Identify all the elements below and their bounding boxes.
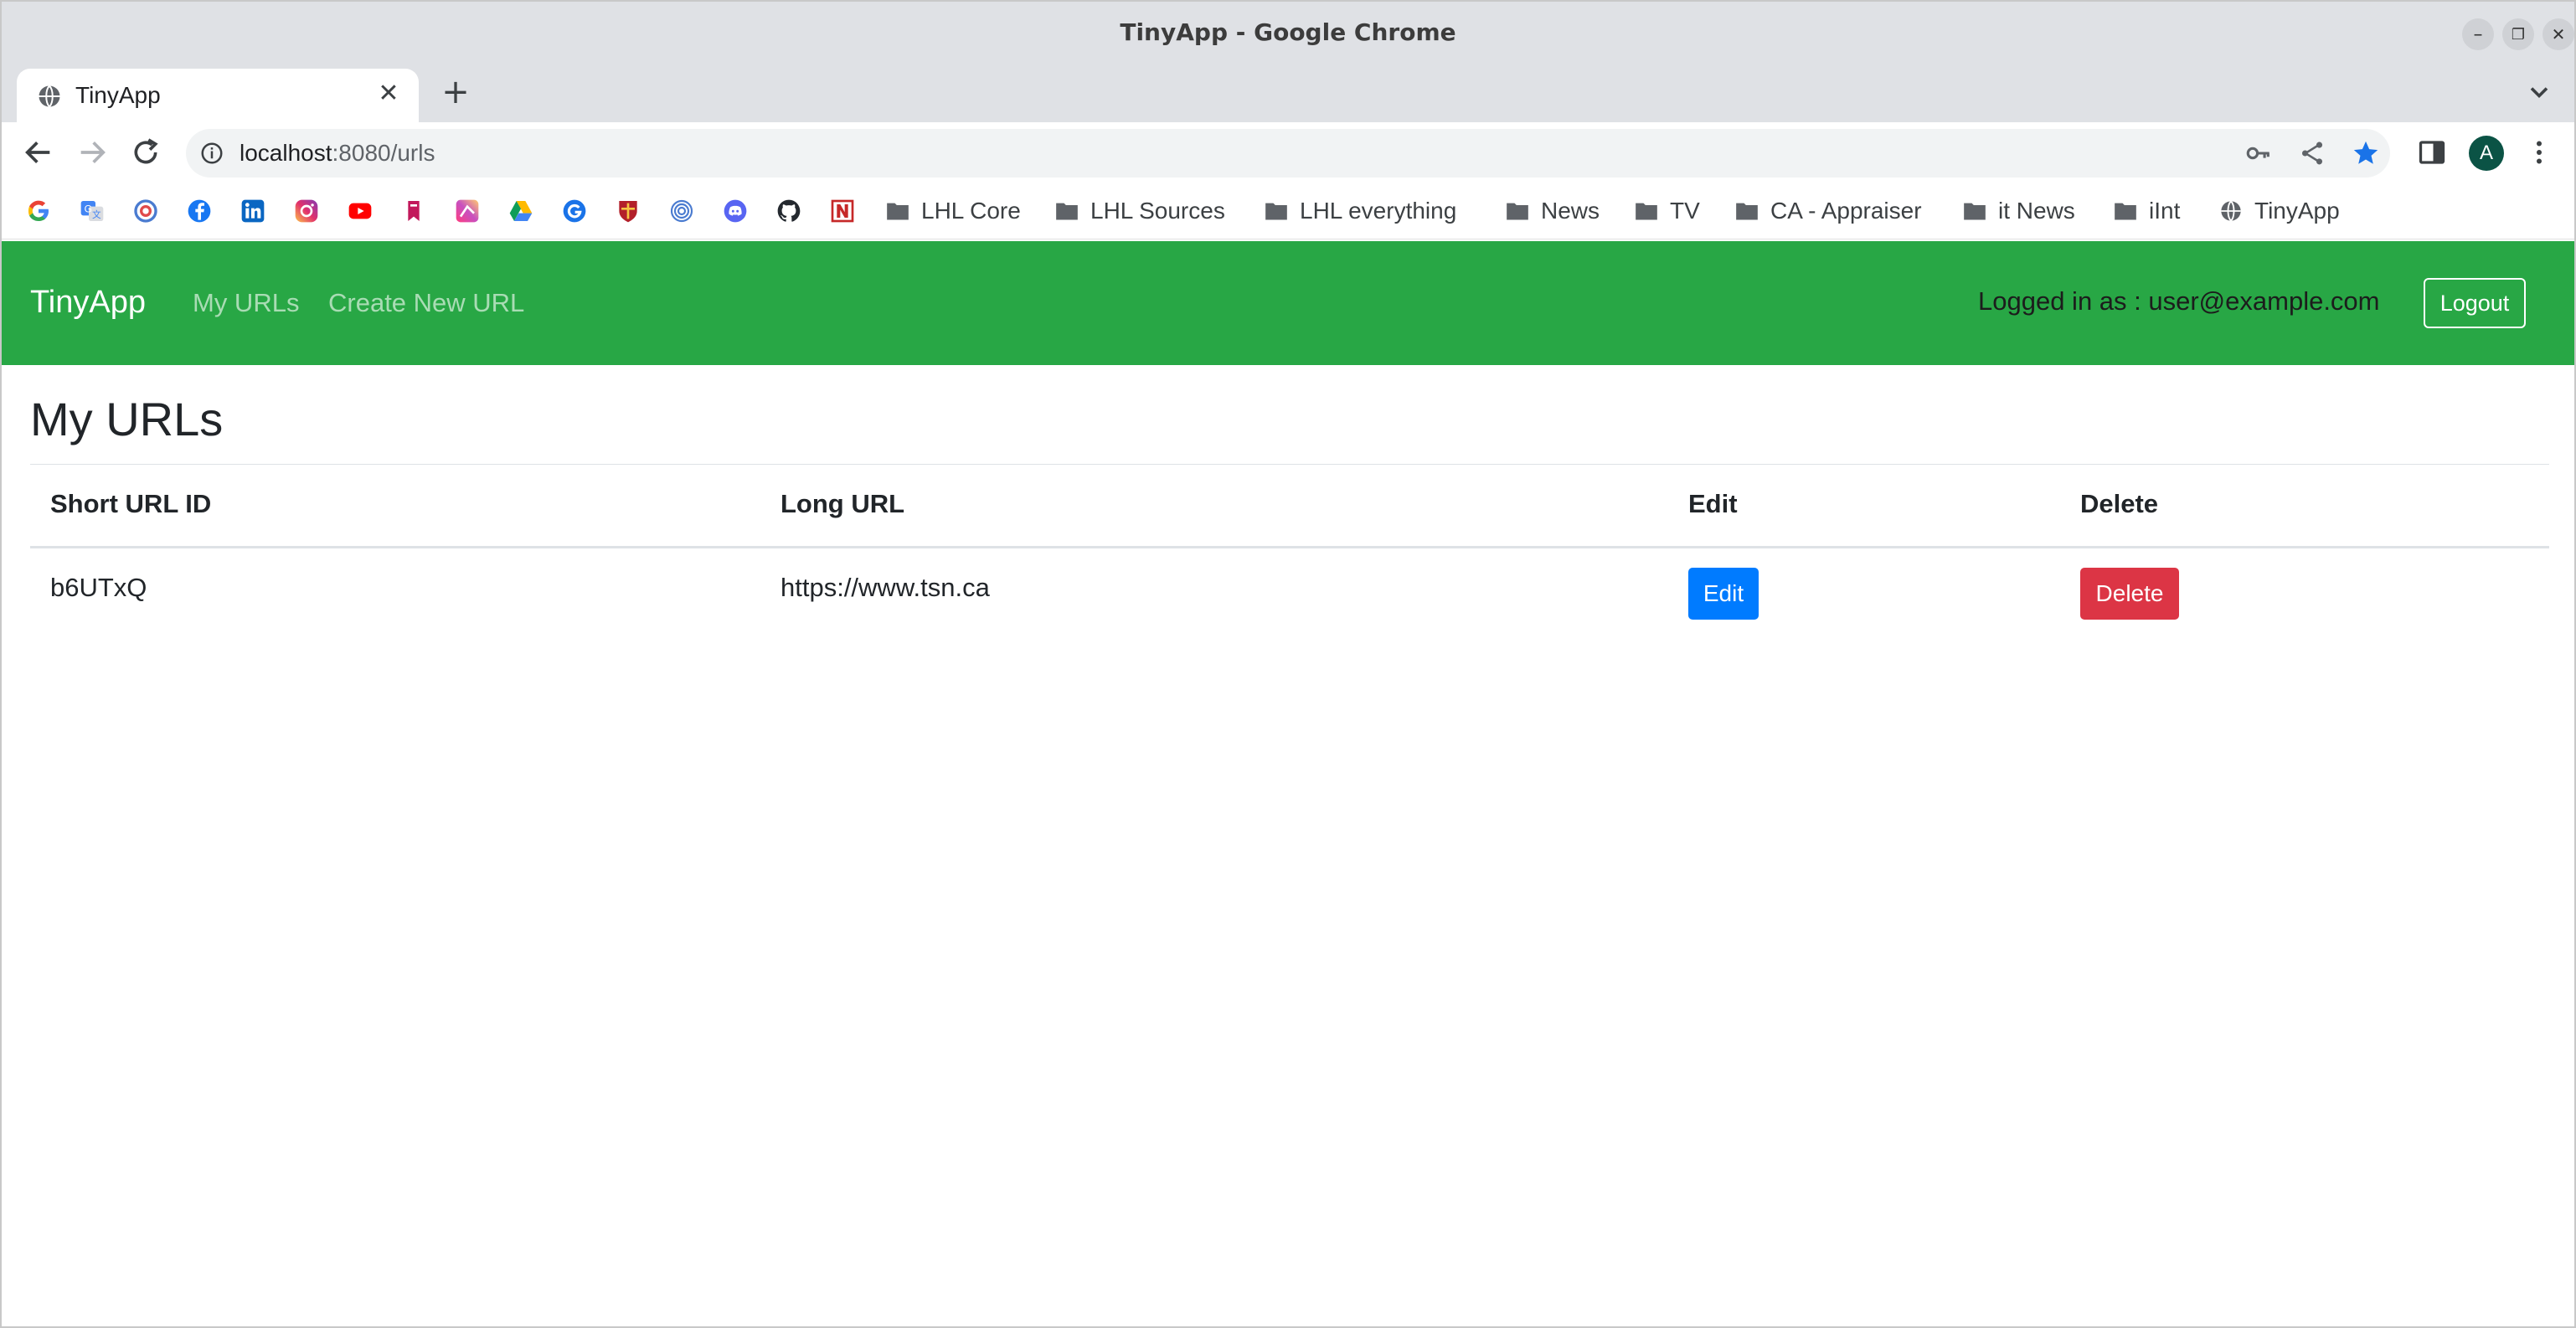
folder-icon — [1056, 203, 1078, 220]
new-tab-button[interactable]: + — [437, 74, 474, 111]
browser-toolbar: localhost:8080/urls A — [2, 122, 2574, 183]
bookmark-folder-label: LHL everything — [1300, 198, 1457, 224]
bookmark-folder-label: it News — [1998, 198, 2075, 224]
bookmark-folder-iint[interactable]: iInt — [2114, 194, 2180, 228]
side-panel-icon[interactable] — [2417, 137, 2447, 167]
globe-icon — [39, 85, 60, 108]
netflix-n-icon[interactable] — [829, 198, 856, 224]
folder-icon — [1736, 203, 1758, 220]
grammarly-icon[interactable] — [561, 198, 588, 224]
minimize-icon: – — [2473, 23, 2483, 45]
app-brand[interactable]: TinyApp — [30, 285, 146, 321]
back-arrow-icon[interactable] — [22, 136, 55, 169]
column-header-edit: Edit — [1688, 489, 1738, 518]
column-header-delete: Delete — [2080, 489, 2159, 518]
close-icon: ✕ — [2551, 24, 2566, 44]
tab-search-chevron-icon[interactable] — [2524, 77, 2554, 107]
column-header-long-url: Long URL — [781, 489, 905, 518]
tab-close-button[interactable]: ✕ — [374, 79, 404, 109]
edit-button[interactable]: Edit — [1688, 568, 1759, 620]
site-info-icon[interactable] — [199, 141, 224, 166]
close-window-button[interactable]: ✕ — [2543, 18, 2574, 50]
bookmark-folder-label: LHL Core — [921, 198, 1021, 224]
minimize-button[interactable]: – — [2462, 18, 2494, 50]
tab-title: TinyApp — [75, 82, 161, 108]
discord-icon[interactable] — [722, 198, 749, 224]
column-header-short-url-id: Short URL ID — [50, 489, 212, 518]
address-bar[interactable]: localhost:8080/urls — [186, 129, 2390, 178]
bookmark-folder-lhl-core[interactable]: LHL Core — [886, 194, 1021, 228]
github-icon[interactable] — [775, 198, 802, 224]
url-path: :8080/urls — [332, 140, 435, 166]
google-translate-icon[interactable]: G 文 — [79, 198, 106, 224]
window-title: TinyApp - Google Chrome — [1120, 18, 1456, 46]
bookmark-folder-ca-appraiser[interactable]: CA - Appraiser — [1735, 194, 1922, 228]
folder-icon — [1964, 203, 1986, 220]
bookmark-folder-label: iInt — [2149, 198, 2181, 224]
youtube-icon[interactable] — [347, 198, 374, 224]
facebook-icon[interactable] — [186, 198, 213, 224]
google-drive-icon[interactable] — [507, 198, 534, 224]
profile-avatar[interactable]: A — [2469, 136, 2504, 171]
bookmarks-bar: G 文 LHL Core LHL Sources LHL everything … — [2, 183, 2574, 239]
browser-window: TinyApp - Google Chrome – ❐ ✕ TinyApp ✕ … — [0, 0, 2576, 1328]
folder-icon — [1507, 203, 1528, 220]
bookmark-red-icon[interactable] — [400, 198, 427, 224]
bookmark-label: TinyApp — [2254, 198, 2340, 224]
svg-text:G: G — [85, 203, 92, 214]
bookmark-folder-label: TV — [1670, 198, 1700, 224]
bookmark-folder-label: CA - Appraiser — [1770, 198, 1922, 224]
folder-icon — [887, 203, 909, 220]
table-header-divider — [30, 546, 2549, 548]
gradient-app-icon[interactable] — [454, 198, 481, 224]
bookmark-folder-tv[interactable]: TV — [1635, 194, 1700, 228]
share-icon[interactable] — [2298, 139, 2326, 167]
linkedin-icon[interactable] — [240, 198, 266, 224]
app-navbar: TinyApp My URLs Create New URL Logged in… — [2, 241, 2574, 365]
tab-tinyapp[interactable]: TinyApp ✕ — [17, 69, 419, 122]
bookmark-folder-it-news[interactable]: it News — [1963, 194, 2075, 228]
title-bar: TinyApp - Google Chrome – ❐ ✕ — [2, 2, 2574, 65]
url-host: localhost — [240, 140, 332, 166]
loop-icon[interactable] — [132, 198, 159, 224]
forward-arrow-icon[interactable] — [75, 136, 109, 169]
nav-link-create-new-url[interactable]: Create New URL — [328, 288, 524, 318]
folder-icon — [1636, 203, 1657, 220]
bookmark-folder-lhl-everything[interactable]: LHL everything — [1265, 194, 1456, 228]
short-url-id-cell: b6UTxQ — [50, 573, 147, 602]
logged-in-status: Logged in as : user@example.com — [1978, 286, 2380, 316]
crest-icon[interactable] — [615, 198, 641, 224]
restore-icon: ❐ — [2511, 25, 2526, 44]
globe-icon — [2221, 200, 2241, 222]
folder-icon — [1265, 203, 1287, 220]
instagram-icon[interactable] — [293, 198, 320, 224]
restore-button[interactable]: ❐ — [2502, 18, 2534, 50]
fingerprint-icon[interactable] — [668, 198, 695, 224]
menu-kebab-icon[interactable] — [2524, 137, 2554, 167]
bookmark-folder-label: LHL Sources — [1090, 198, 1225, 224]
key-icon[interactable] — [2244, 139, 2273, 167]
google-icon[interactable] — [25, 198, 52, 224]
long-url-cell: https://www.tsn.ca — [781, 573, 990, 602]
bookmark-folder-lhl-sources[interactable]: LHL Sources — [1055, 194, 1225, 228]
folder-icon — [2115, 203, 2136, 220]
bookmark-folder-news[interactable]: News — [1506, 194, 1600, 228]
bookmark-tinyapp[interactable]: TinyApp — [2219, 194, 2340, 228]
url-text: localhost:8080/urls — [240, 140, 435, 167]
delete-button[interactable]: Delete — [2080, 568, 2179, 620]
title-divider — [30, 464, 2549, 465]
reload-icon[interactable] — [129, 136, 162, 169]
nav-link-my-urls[interactable]: My URLs — [193, 288, 299, 318]
bookmark-folder-label: News — [1541, 198, 1600, 224]
page-title: My URLs — [30, 393, 224, 445]
svg-text:文: 文 — [92, 209, 101, 220]
tab-strip: TinyApp ✕ + — [2, 65, 2574, 122]
bookmark-star-icon[interactable] — [2352, 139, 2380, 167]
logout-button[interactable]: Logout — [2424, 278, 2526, 328]
